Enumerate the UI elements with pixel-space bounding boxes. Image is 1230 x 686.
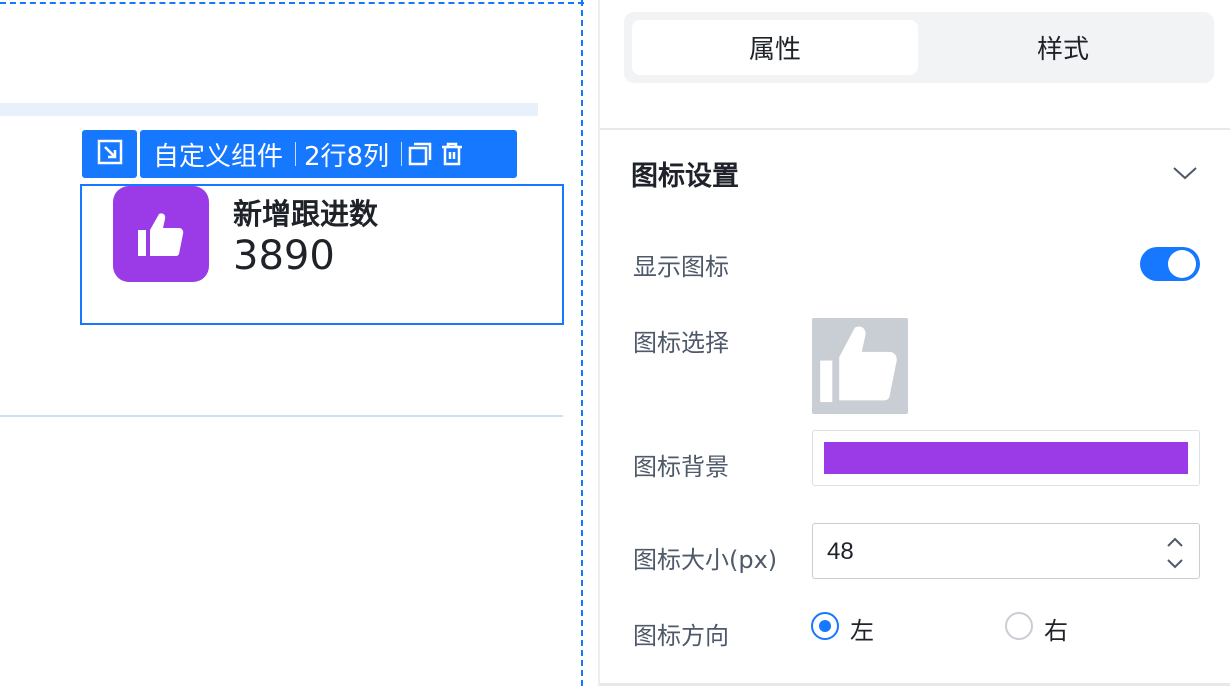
toggle-knob bbox=[1168, 250, 1196, 278]
canvas-selection-border-top bbox=[0, 2, 584, 4]
chevron-down-icon[interactable] bbox=[1170, 158, 1200, 188]
resize-icon bbox=[96, 138, 124, 170]
radio-left[interactable] bbox=[811, 612, 839, 640]
copy-icon[interactable] bbox=[404, 134, 436, 174]
properties-panel: 属性 样式 图标设置 显示图标 图标选择 图标背景 图标大小(px) 48 图标… bbox=[600, 0, 1230, 686]
canvas-selection-border-right bbox=[581, 0, 583, 686]
thumbs-up-icon bbox=[113, 186, 209, 282]
section-divider bbox=[600, 128, 1230, 130]
widget-title: 新增跟进数 bbox=[233, 197, 379, 231]
component-toolbar: 自定义组件 2行8列 bbox=[140, 130, 517, 178]
grid-size-label: 2行8列 bbox=[304, 141, 390, 172]
canvas-row-strip bbox=[0, 103, 538, 116]
tab-style[interactable]: 样式 bbox=[920, 20, 1206, 75]
show-icon-toggle[interactable] bbox=[1140, 247, 1200, 281]
icon-bg-color-picker[interactable] bbox=[812, 430, 1200, 486]
radio-left-label[interactable]: 左 bbox=[850, 611, 874, 646]
color-swatch bbox=[824, 442, 1188, 474]
radio-right-label[interactable]: 右 bbox=[1044, 611, 1068, 646]
icon-size-label: 图标大小(px) bbox=[633, 546, 778, 574]
thumbs-up-icon bbox=[815, 319, 905, 413]
toolbar-separator bbox=[401, 142, 403, 166]
icon-size-value: 48 bbox=[827, 538, 854, 565]
show-icon-label: 显示图标 bbox=[633, 253, 729, 281]
icon-select-label: 图标选择 bbox=[633, 329, 729, 357]
toolbar-separator bbox=[295, 142, 297, 166]
chevron-down-icon[interactable] bbox=[1165, 556, 1185, 572]
tab-properties[interactable]: 属性 bbox=[632, 20, 918, 75]
icon-direction-label: 图标方向 bbox=[633, 622, 729, 650]
design-canvas: 自定义组件 2行8列 新增跟进数 3890 bbox=[0, 0, 584, 686]
chevron-up-icon[interactable] bbox=[1165, 534, 1185, 550]
resize-button[interactable] bbox=[82, 130, 137, 178]
component-name: 自定义组件 bbox=[153, 141, 284, 172]
trash-icon[interactable] bbox=[436, 134, 468, 174]
canvas-row-divider bbox=[0, 415, 563, 417]
section-title: 图标设置 bbox=[631, 161, 739, 192]
icon-picker[interactable] bbox=[812, 318, 908, 414]
widget-value: 3890 bbox=[233, 233, 335, 279]
panel-tabs: 属性 样式 bbox=[624, 12, 1214, 83]
stat-card-widget[interactable]: 新增跟进数 3890 bbox=[80, 184, 564, 325]
icon-bg-label: 图标背景 bbox=[633, 453, 729, 481]
icon-size-input[interactable]: 48 bbox=[812, 523, 1200, 579]
radio-right[interactable] bbox=[1005, 612, 1033, 640]
